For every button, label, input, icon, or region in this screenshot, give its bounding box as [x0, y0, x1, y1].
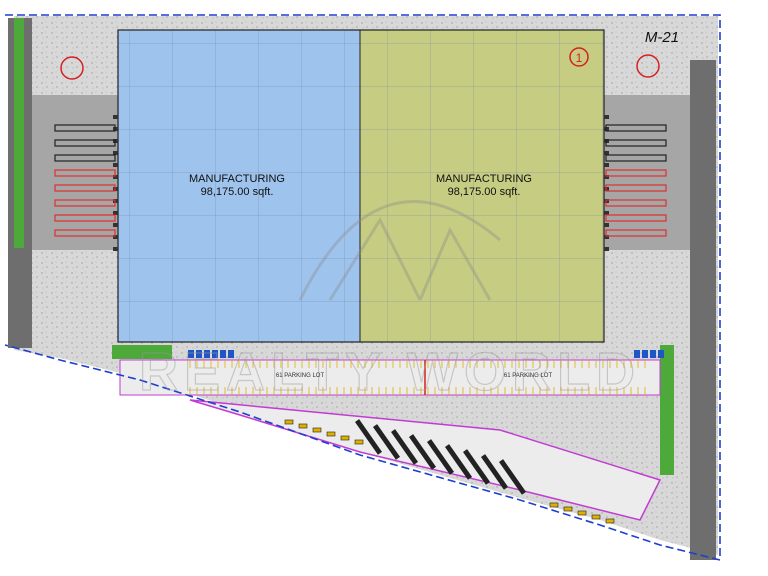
- building-east-area: 98,175.00 sqft.: [448, 186, 521, 198]
- building-west-area: 98,175.00 sqft.: [201, 186, 274, 198]
- parked-car: [549, 502, 559, 508]
- watermark-text: REALTY WORLD: [139, 342, 641, 402]
- building-number: 1: [576, 51, 583, 65]
- parked-car: [298, 423, 308, 429]
- east-access-road: [690, 60, 716, 560]
- parked-car: [326, 431, 336, 437]
- dock-door: [113, 163, 118, 167]
- parked-car: [354, 439, 364, 445]
- dock-door: [113, 115, 118, 119]
- parked-car: [340, 435, 350, 441]
- landscape-strip: [660, 345, 674, 475]
- landscape-strip: [14, 18, 24, 248]
- dock-door: [113, 211, 118, 215]
- parked-car: [591, 514, 601, 520]
- dock-door: [604, 163, 609, 167]
- dock-door: [113, 223, 118, 227]
- parking-lot-label-east: 61 PARKING LOT: [504, 373, 553, 379]
- parked-car: [312, 427, 322, 433]
- dock-door: [604, 211, 609, 215]
- sheet-code: M-21: [645, 29, 679, 46]
- site-plan: REALTY WORLD MANUFACTURING 98,175.00 sqf…: [4, 14, 721, 562]
- dock-door: [604, 115, 609, 119]
- building-west-use: MANUFACTURING: [189, 173, 285, 185]
- dock-door: [113, 247, 118, 251]
- dock-door: [113, 151, 118, 155]
- parked-car: [577, 510, 587, 516]
- dock-door: [604, 151, 609, 155]
- dock-door: [604, 247, 609, 251]
- accessible-stall-icon: [658, 350, 664, 358]
- parking-lot-label-west: 61 PARKING LOT: [276, 373, 325, 379]
- parked-car: [563, 506, 573, 512]
- west-truck-court: [32, 95, 118, 250]
- building-east-use: MANUFACTURING: [436, 173, 532, 185]
- accessible-stall-icon: [642, 350, 648, 358]
- parked-car: [605, 518, 615, 524]
- east-truck-court: [604, 95, 690, 250]
- accessible-stall-icon: [650, 350, 656, 358]
- dock-door: [604, 223, 609, 227]
- parked-car: [284, 419, 294, 425]
